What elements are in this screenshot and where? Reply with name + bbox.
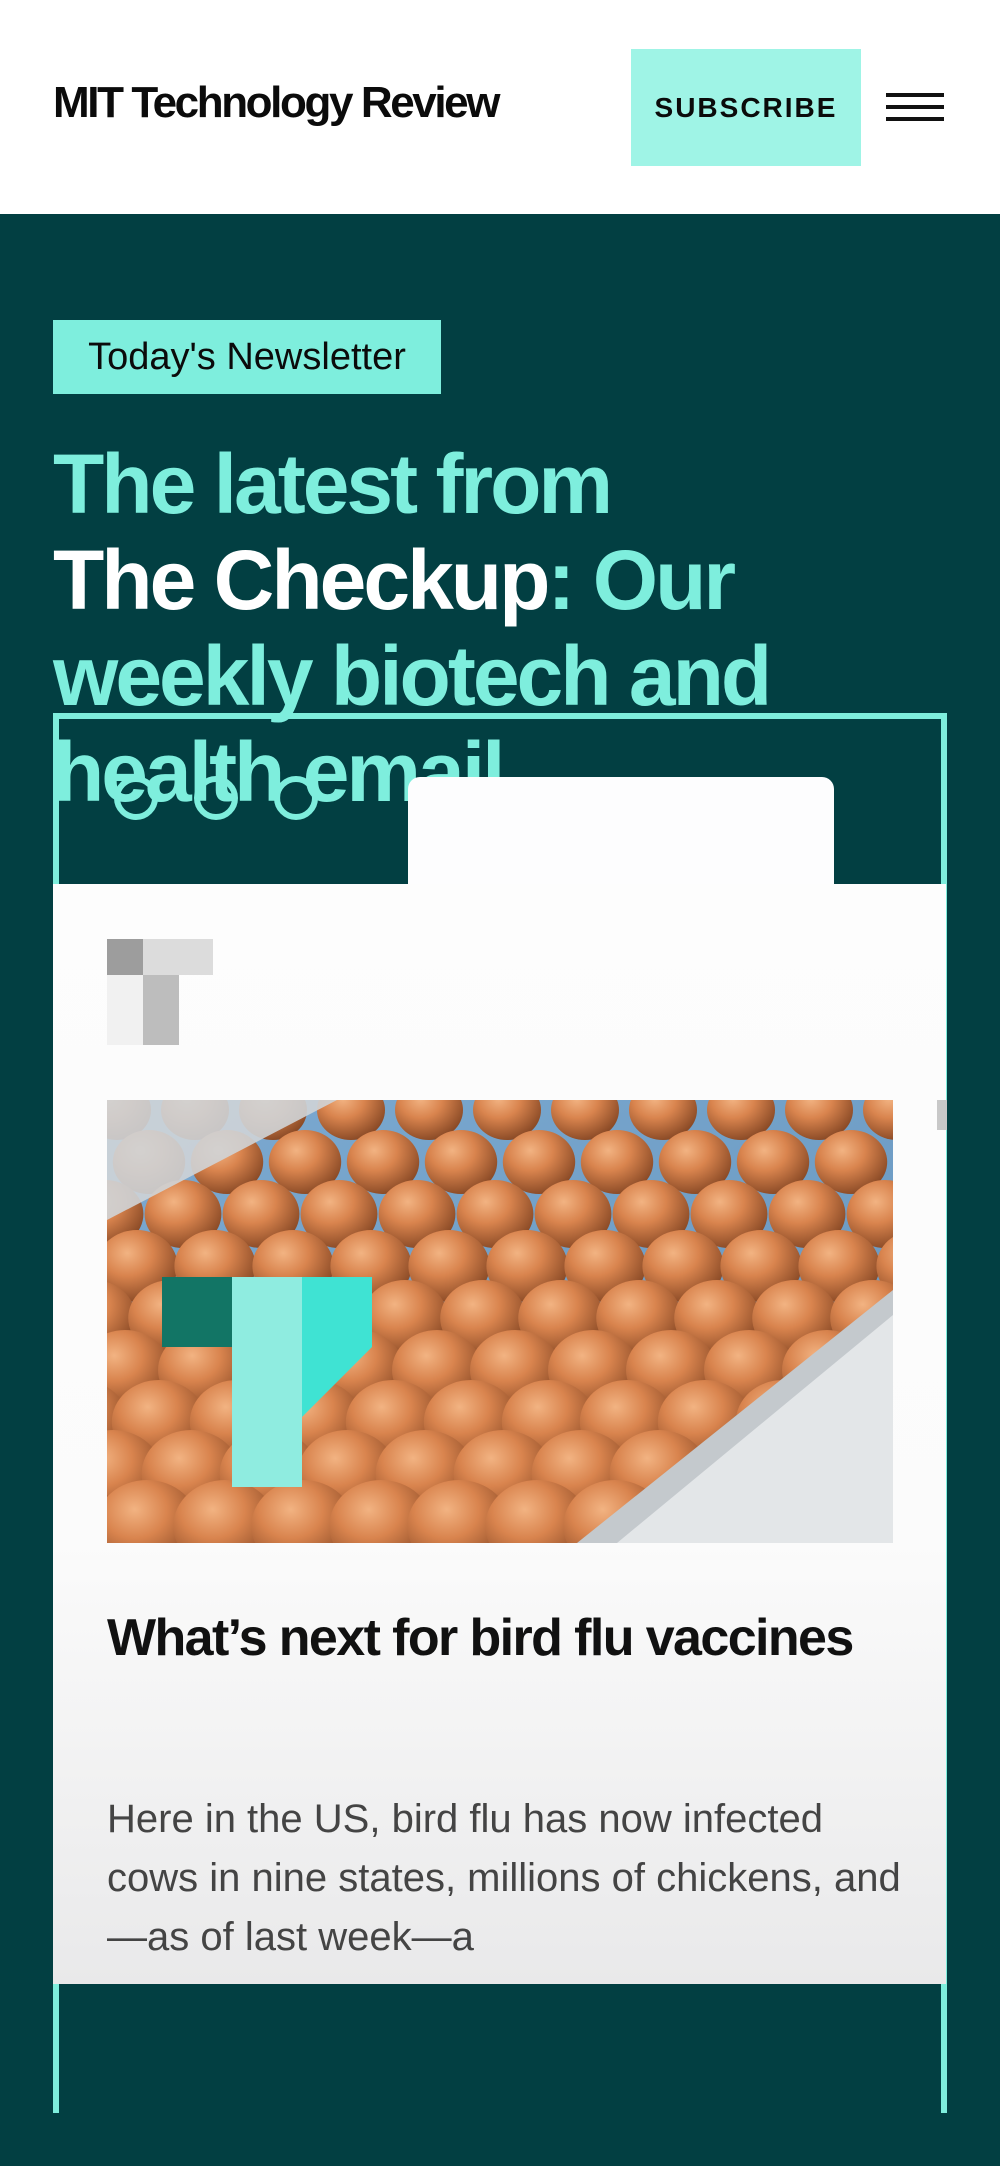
newsletter-tag: Today's Newsletter <box>53 320 441 394</box>
headline-lead: The latest from <box>53 437 613 531</box>
window-dot-icon <box>274 776 318 820</box>
newsletter-name: The Checkup <box>53 533 550 627</box>
window-dot-icon <box>194 776 238 820</box>
article-summary: Here in the US, bird flu has now infecte… <box>107 1797 901 1959</box>
article-title[interactable]: What’s next for bird flu vaccines <box>107 1606 867 1670</box>
tr-logo-icon <box>107 939 213 1045</box>
window-dot-icon <box>114 776 158 820</box>
article-image[interactable] <box>107 1100 893 1543</box>
hamburger-menu-icon[interactable] <box>886 93 944 121</box>
subscribe-button[interactable]: SUBSCRIBE <box>631 49 861 166</box>
site-logo[interactable]: MIT Technology Review <box>53 78 500 128</box>
site-header: MIT Technology Review SUBSCRIBE <box>0 0 1000 214</box>
browser-tab <box>408 777 834 897</box>
scroll-indicator <box>937 1100 947 1130</box>
